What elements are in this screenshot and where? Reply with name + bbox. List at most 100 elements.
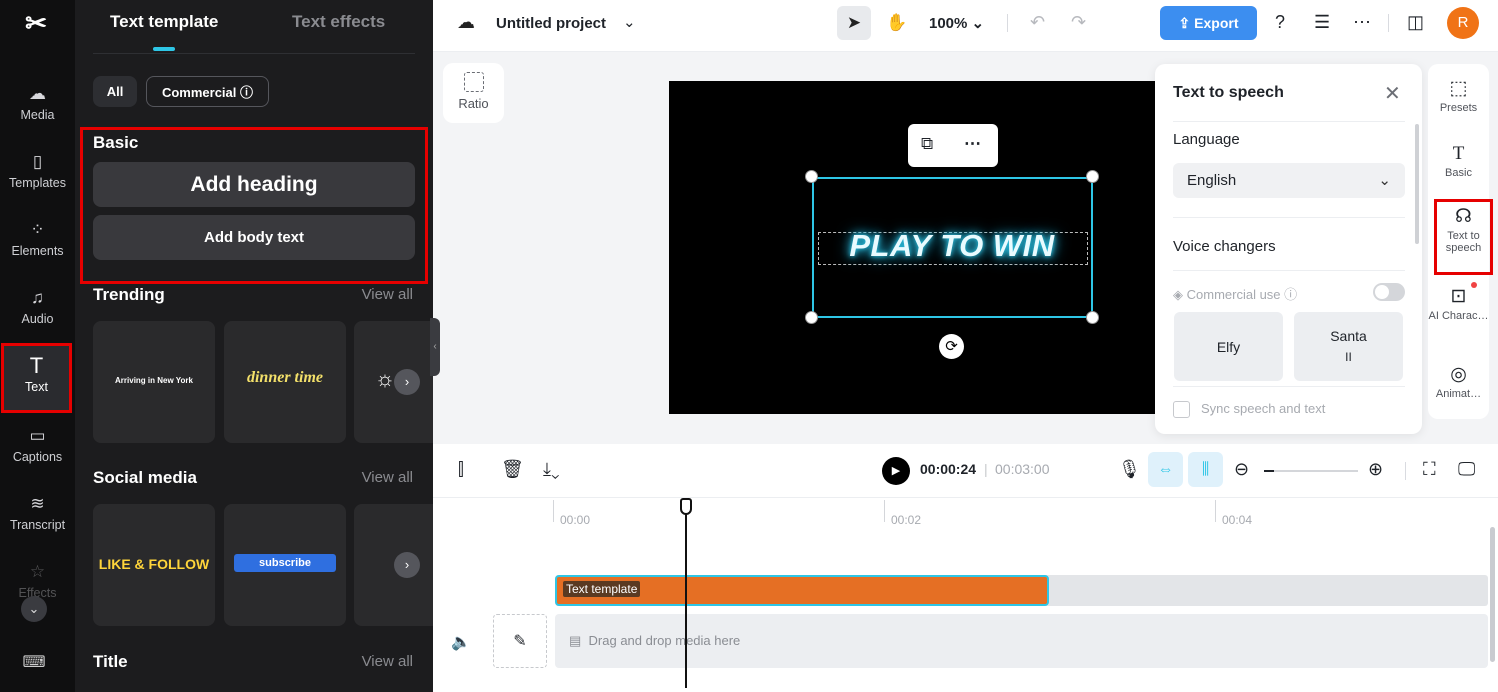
rail-item-text-to-speech[interactable]: ☊ Text to speech	[1434, 199, 1493, 275]
select-tool-button[interactable]: ➤	[837, 6, 871, 40]
voice-card-santa[interactable]: Santa II	[1294, 312, 1403, 381]
expand-more-icon[interactable]: ⌄	[21, 596, 47, 622]
ruler-tick	[553, 500, 554, 522]
more-options-icon[interactable]: ⋯	[964, 134, 981, 154]
resize-handle[interactable]	[805, 170, 818, 183]
add-heading-button[interactable]: Add heading	[93, 162, 415, 207]
divider	[1173, 270, 1405, 271]
voice-card-elfy[interactable]: Elfy	[1174, 312, 1283, 381]
stack-icon[interactable]: ☰	[1314, 12, 1330, 33]
snap-magnet-button[interactable]: ⇔	[1148, 452, 1183, 487]
edit-cover-icon[interactable]: ✎	[493, 614, 547, 668]
redo-icon[interactable]: ↷	[1071, 12, 1086, 33]
template-card[interactable]: Arriving in New York	[93, 321, 215, 443]
timeline-scrollbar[interactable]	[1490, 527, 1495, 662]
export-button[interactable]: ⇪ Export	[1160, 6, 1257, 40]
zoom-in-icon[interactable]: ⊕	[1368, 459, 1383, 480]
keyboard-icon[interactable]: ⌨	[22, 652, 46, 672]
speech-icon: ☊	[1455, 206, 1472, 227]
ruler-label: 00:02	[891, 513, 922, 527]
resize-handle[interactable]	[805, 311, 818, 324]
text-to-speech-panel: Text to speech ✕ Language English ⌄ Voice…	[1155, 64, 1422, 434]
template-card[interactable]: subscribe	[224, 504, 346, 626]
trending-view-all-link[interactable]: View all	[362, 286, 413, 303]
more-options-icon[interactable]: ⋯	[1353, 12, 1371, 33]
duplicate-icon[interactable]: ⧉	[921, 134, 933, 154]
layout-panel-icon[interactable]: ◫	[1407, 12, 1424, 33]
rail-item-transcript[interactable]: ≋ Transcript	[0, 492, 75, 552]
divider	[1388, 14, 1389, 32]
commercial-use-toggle[interactable]	[1373, 283, 1405, 301]
music-note-icon: ♫	[31, 288, 44, 307]
playhead[interactable]	[685, 500, 687, 688]
tab-text-template[interactable]: Text template	[110, 12, 218, 32]
canvas-text[interactable]: PLAY TO WIN	[820, 228, 1084, 264]
ratio-button[interactable]: Ratio	[443, 63, 504, 123]
delete-icon[interactable]: 🗑	[501, 459, 524, 480]
timeline-toolbar: ⫿ 🗑 ⤓⌄ ▶ 00:00:24 | 00:03:00 🎙 ⇔ ⫼ ⊖ ⊕ ⛶…	[433, 444, 1498, 498]
microphone-icon[interactable]: 🎙	[1118, 459, 1141, 480]
trending-next-arrow[interactable]: ›	[394, 369, 420, 395]
total-duration: 00:03:00	[995, 461, 1050, 477]
time-separator: |	[984, 461, 988, 477]
timeline-zoom-slider[interactable]	[1264, 470, 1358, 472]
template-card[interactable]: LIKE & FOLLOW	[93, 504, 215, 626]
commercial-use-label: ◈ Commercial use ⓘ	[1173, 287, 1298, 302]
download-icon[interactable]: ⤓⌄	[543, 459, 559, 480]
templates-icon: ▯	[32, 152, 43, 171]
undo-icon[interactable]: ↶	[1030, 12, 1045, 33]
split-icon[interactable]: ⫿	[458, 459, 464, 480]
title-view-all-link[interactable]: View all	[362, 653, 413, 670]
collapse-panel-handle[interactable]: ‹	[430, 318, 440, 376]
playhead-handle[interactable]	[680, 498, 692, 515]
ratio-icon	[463, 72, 484, 92]
play-button[interactable]: ▶	[882, 457, 910, 485]
rail-item-presets[interactable]: ⬚ Presets	[1428, 76, 1489, 114]
filter-all-chip[interactable]: All	[93, 76, 137, 107]
link-split-button[interactable]: ⫼	[1188, 452, 1223, 487]
sync-checkbox[interactable]	[1173, 401, 1190, 418]
text-t-icon: T	[1452, 143, 1465, 164]
media-drop-track[interactable]: ▤ Drag and drop media here	[555, 614, 1488, 668]
close-icon[interactable]: ✕	[1384, 81, 1401, 106]
social-next-arrow[interactable]: ›	[394, 552, 420, 578]
speaker-icon[interactable]: 🔈	[451, 632, 471, 652]
add-body-text-button[interactable]: Add body text	[93, 215, 415, 260]
top-bar: ☁ Untitled project ⌄ ➤ ✋ 100% ⌄ ↶ ↷ ⇪ Ex…	[433, 0, 1498, 52]
divider	[1007, 14, 1008, 32]
help-icon[interactable]: ?	[1275, 12, 1285, 33]
template-card[interactable]: dinner time	[224, 321, 346, 443]
active-tab-underline	[153, 47, 175, 51]
rotate-handle-icon[interactable]: ⟳	[939, 334, 964, 359]
rail-item-media[interactable]: ☁ Media	[0, 82, 75, 142]
rail-item-animation[interactable]: ◎ Animat…	[1428, 362, 1489, 400]
tab-text-effects[interactable]: Text effects	[292, 12, 385, 32]
rail-item-templates[interactable]: ▯ Templates	[0, 150, 75, 210]
chevron-down-icon[interactable]: ⌄	[623, 13, 636, 31]
current-timecode: 00:00:24	[920, 461, 977, 477]
filter-commercial-chip[interactable]: Commercial ⓘ	[146, 76, 269, 107]
animation-icon: ◎	[1450, 364, 1467, 385]
hand-tool-button[interactable]: ✋	[880, 6, 914, 40]
rail-item-text[interactable]: T Text	[1, 343, 72, 413]
fit-screen-icon[interactable]: ⛶	[1423, 459, 1436, 480]
project-name[interactable]: Untitled project	[496, 15, 606, 32]
social-view-all-link[interactable]: View all	[362, 469, 413, 486]
rail-item-audio[interactable]: ♫ Audio	[0, 286, 75, 346]
rail-item-ai-character[interactable]: ⊡ AI Charac…	[1428, 284, 1489, 322]
capcut-logo: ✂	[25, 8, 47, 38]
preview-monitor-icon[interactable]: 🖵	[1458, 459, 1475, 480]
rail-item-elements[interactable]: ⁘ Elements	[0, 218, 75, 278]
resize-handle[interactable]	[1086, 311, 1099, 324]
rail-item-captions[interactable]: ▭ Captions	[0, 424, 75, 484]
ruler-label: 00:00	[560, 513, 591, 527]
zoom-level[interactable]: 100% ⌄	[929, 14, 984, 32]
avatar[interactable]: R	[1447, 7, 1479, 39]
zoom-out-icon[interactable]: ⊖	[1234, 459, 1249, 480]
rail-item-basic[interactable]: T Basic	[1428, 141, 1489, 179]
resize-handle[interactable]	[1086, 170, 1099, 183]
language-dropdown[interactable]: English ⌄	[1173, 163, 1405, 198]
text-template-clip[interactable]: Text template	[555, 575, 1049, 606]
tts-scrollbar[interactable]	[1415, 124, 1419, 244]
section-title-basic: Basic	[93, 133, 139, 152]
